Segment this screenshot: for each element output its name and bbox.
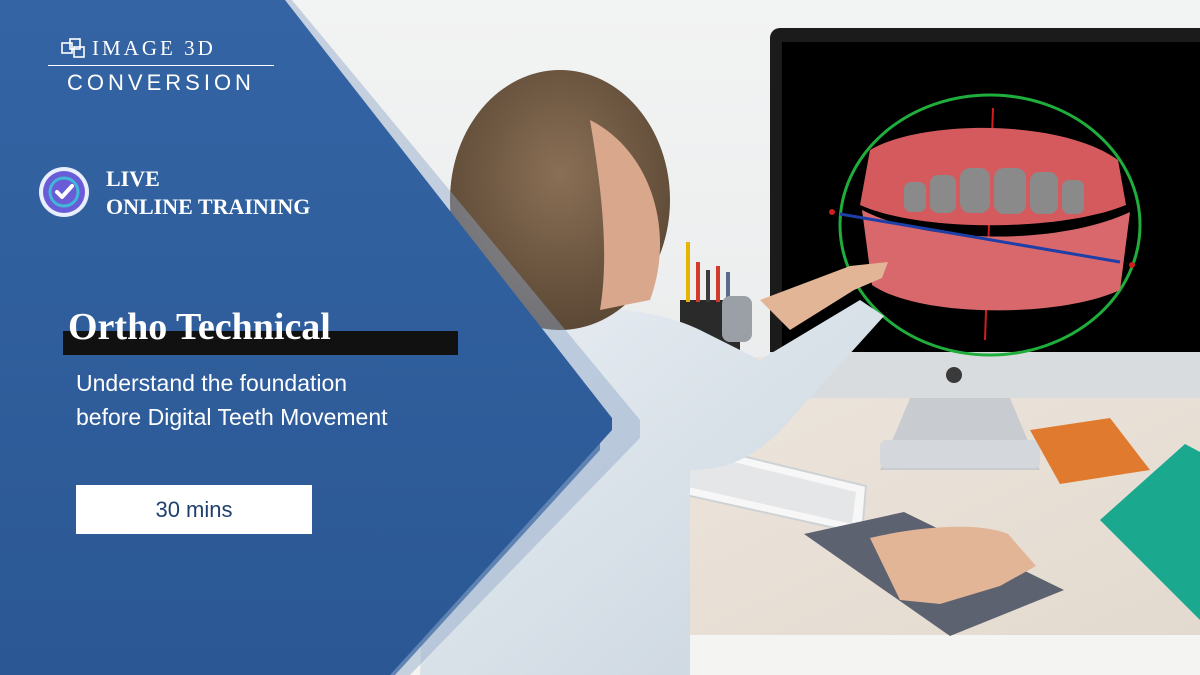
online-training-label: ONLINE TRAINING (106, 194, 311, 219)
duration-box: 30 mins (76, 485, 312, 534)
brand-name: IMAGE 3D (92, 35, 216, 60)
subtitle-line-2: before Digital Teeth Movement (76, 404, 388, 430)
course-subtitle: Understand the foundation before Digital… (76, 366, 516, 434)
brand-logo: IMAGE 3D CONVERSION (48, 36, 278, 100)
live-label: LIVE (106, 166, 160, 191)
training-type-label: LIVE ONLINE TRAINING (106, 165, 310, 221)
brand-divider (48, 65, 274, 66)
brand-subtitle: CONVERSION (67, 70, 255, 95)
course-title: Ortho Technical (68, 306, 331, 348)
subtitle-line-1: Understand the foundation (76, 370, 348, 396)
apple-logo-icon (946, 367, 962, 383)
check-circle-badge-icon (39, 167, 89, 217)
cube-logo-icon (61, 38, 85, 58)
